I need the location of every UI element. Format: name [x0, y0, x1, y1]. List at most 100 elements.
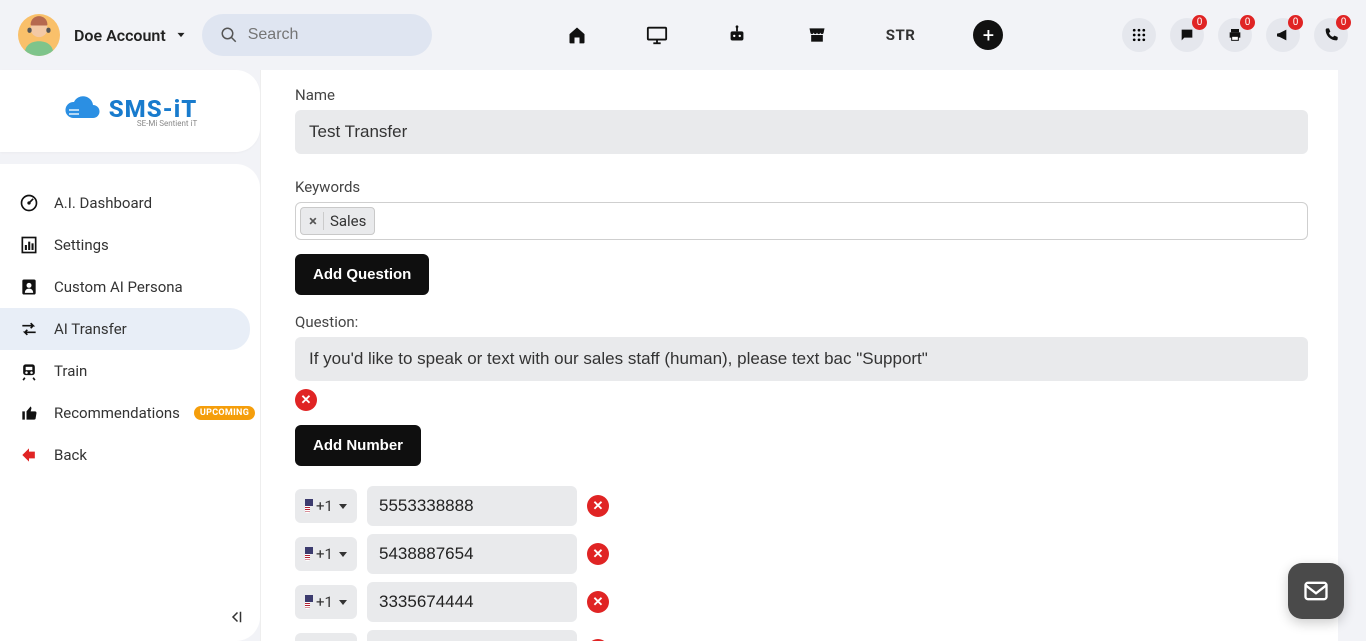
collapse-icon — [227, 608, 245, 626]
report-icon — [18, 234, 40, 256]
str-nav-link[interactable]: STR — [886, 26, 916, 44]
phone-input[interactable] — [367, 582, 577, 622]
sidebar-item-label: Settings — [54, 236, 109, 254]
upcoming-badge: UPCOMING — [194, 406, 255, 420]
announce-button[interactable]: 0 — [1266, 18, 1300, 52]
delete-question-button[interactable]: ✕ — [295, 389, 317, 411]
country-code-select[interactable]: +1 — [295, 537, 357, 571]
tag-label: Sales — [330, 212, 366, 230]
account-name: Doe Account — [74, 26, 166, 45]
caret-down-icon — [339, 504, 347, 509]
sidebar-item-label: Train — [54, 362, 87, 380]
country-code-label: +1 — [316, 593, 333, 611]
us-flag-icon — [305, 499, 310, 513]
question-input[interactable] — [295, 337, 1308, 381]
sidebar-item-label: Custom AI Persona — [54, 278, 183, 296]
sidebar-item-label: AI Transfer — [54, 320, 127, 338]
chevron-down-icon — [174, 28, 188, 42]
thumbs-up-icon — [18, 402, 40, 424]
dashboard-icon — [18, 192, 40, 214]
chat-button[interactable]: 0 — [1170, 18, 1204, 52]
keywords-label: Keywords — [295, 178, 1308, 196]
sidebar-item-settings[interactable]: Settings — [0, 224, 250, 266]
sidebar-item-train[interactable]: Train — [0, 350, 250, 392]
sidebar-collapse-button[interactable] — [226, 607, 246, 627]
add-button[interactable]: + — [973, 20, 1003, 50]
sidebar-item-label: A.I. Dashboard — [54, 194, 152, 212]
close-icon: ✕ — [593, 596, 604, 609]
us-flag-icon — [305, 595, 310, 609]
search-icon — [220, 26, 238, 44]
phone-input[interactable] — [367, 534, 577, 574]
delete-number-button[interactable]: ✕ — [587, 495, 609, 517]
top-right-icons: 0 0 0 0 — [1122, 18, 1348, 52]
country-code-select[interactable]: +1 — [295, 489, 357, 523]
robot-icon[interactable] — [726, 24, 748, 46]
chat-badge: 0 — [1192, 15, 1207, 30]
home-icon[interactable] — [566, 24, 588, 46]
delete-number-button[interactable]: ✕ — [587, 591, 609, 613]
sidebar-item-ai-transfer[interactable]: AI Transfer — [0, 308, 250, 350]
right-gutter — [1338, 70, 1366, 641]
phone-icon — [1323, 27, 1339, 43]
account-switcher[interactable]: Doe Account — [74, 26, 188, 45]
caret-down-icon — [339, 552, 347, 557]
number-row: +1 ✕ — [295, 582, 1308, 622]
name-input[interactable] — [295, 110, 1308, 154]
search-input[interactable] — [248, 26, 414, 44]
sidebar-item-ai-dashboard[interactable]: A.I. Dashboard — [0, 182, 250, 224]
megaphone-icon — [1275, 27, 1291, 43]
sidebar-item-persona[interactable]: Custom AI Persona — [0, 266, 250, 308]
remove-tag-button[interactable]: × — [309, 212, 324, 230]
delete-number-button[interactable]: ✕ — [587, 543, 609, 565]
desktop-icon[interactable] — [646, 24, 668, 46]
call-badge: 0 — [1336, 15, 1351, 30]
phone-input[interactable] — [367, 630, 577, 641]
print-button[interactable]: 0 — [1218, 18, 1252, 52]
numbers-list: +1 ✕ +1 ✕ +1 — [295, 486, 1308, 641]
sidebar-item-label: Back — [54, 446, 87, 464]
add-number-button[interactable]: Add Number — [295, 425, 421, 466]
support-mail-fab[interactable] — [1288, 563, 1344, 619]
sidebar-item-back[interactable]: Back — [0, 434, 250, 476]
grid-icon — [1131, 27, 1147, 43]
country-code-select[interactable]: +1 — [295, 633, 357, 641]
print-badge: 0 — [1240, 15, 1255, 30]
search-field[interactable] — [202, 14, 432, 56]
country-code-label: +1 — [316, 497, 333, 515]
close-icon: ✕ — [301, 394, 312, 407]
call-button[interactable]: 0 — [1314, 18, 1348, 52]
close-icon: ✕ — [593, 500, 604, 513]
cloud-icon — [63, 96, 103, 126]
top-nav: STR + — [566, 20, 1004, 50]
number-row: +1 ✕ — [295, 630, 1308, 641]
sidebar-nav: A.I. Dashboard Settings Custom AI Person… — [0, 164, 260, 641]
chat-icon — [1179, 27, 1195, 43]
plus-icon: + — [983, 25, 994, 45]
sidebar-item-recommendations[interactable]: Recommendations UPCOMING — [0, 392, 250, 434]
brand-card: SMS-iT SE-Mi Sentient iT — [0, 70, 260, 152]
add-question-button[interactable]: Add Question — [295, 254, 429, 295]
phone-input[interactable] — [367, 486, 577, 526]
train-icon — [18, 360, 40, 382]
store-icon[interactable] — [806, 24, 828, 46]
persona-icon — [18, 276, 40, 298]
keywords-field[interactable]: × Sales — [295, 202, 1308, 240]
country-code-label: +1 — [316, 545, 333, 563]
brand-logo[interactable]: SMS-iT SE-Mi Sentient iT — [63, 95, 197, 128]
close-icon: ✕ — [593, 548, 604, 561]
printer-icon — [1227, 27, 1243, 43]
avatar-illustration-icon — [18, 14, 60, 56]
page-layout: SMS-iT SE-Mi Sentient iT A.I. Dashboard … — [0, 70, 1366, 641]
country-code-select[interactable]: +1 — [295, 585, 357, 619]
number-row: +1 ✕ — [295, 534, 1308, 574]
apps-grid-button[interactable] — [1122, 18, 1156, 52]
user-avatar[interactable] — [18, 14, 60, 56]
top-bar: Doe Account STR + — [0, 0, 1366, 70]
transfer-icon — [18, 318, 40, 340]
us-flag-icon — [305, 547, 310, 561]
mail-icon — [1302, 577, 1330, 605]
caret-down-icon — [339, 600, 347, 605]
main-form: Name Keywords × Sales Add Question Quest… — [260, 70, 1338, 641]
question-label: Question: — [295, 313, 1308, 331]
